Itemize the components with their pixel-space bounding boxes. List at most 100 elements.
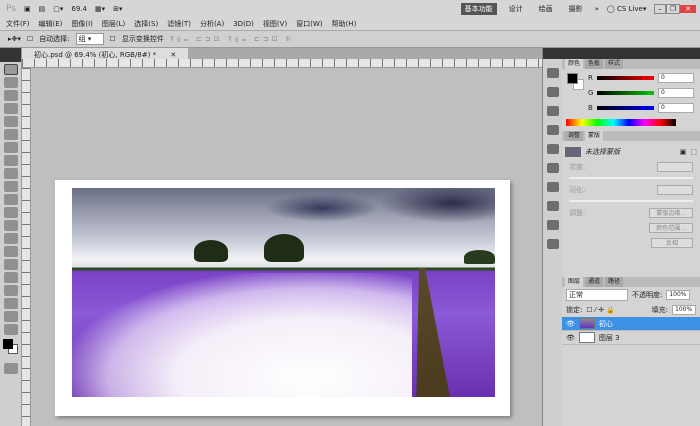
menu-filter[interactable]: 滤镜(T) — [167, 19, 191, 29]
styles-icon[interactable] — [546, 144, 559, 154]
vector-mask-icon[interactable]: ⬚ — [690, 148, 697, 156]
menu-analysis[interactable]: 分析(A) — [200, 19, 224, 29]
actions-icon[interactable] — [546, 87, 559, 97]
opacity-field[interactable]: 100% — [666, 289, 691, 300]
layer-row[interactable]: 👁 图层 3 — [562, 331, 700, 345]
lasso-tool-icon[interactable] — [3, 90, 18, 101]
brush-tool-icon[interactable] — [3, 155, 18, 166]
minimize-button[interactable]: – — [654, 3, 666, 14]
bridge-icon[interactable]: ▣ — [24, 5, 31, 13]
paragraph-icon[interactable] — [546, 220, 559, 230]
tab-adjustments[interactable]: 调整 — [565, 131, 584, 141]
horizontal-ruler — [22, 59, 542, 68]
feather-field[interactable] — [657, 184, 693, 195]
close-button[interactable]: ✕ — [680, 4, 696, 13]
eraser-tool-icon[interactable] — [3, 194, 18, 205]
red-slider[interactable] — [596, 75, 654, 80]
menu-file[interactable]: 文件(F) — [6, 19, 30, 29]
pen-tool-icon[interactable] — [3, 246, 18, 257]
tab-channels[interactable]: 通道 — [585, 277, 604, 287]
green-value[interactable]: 0 — [658, 87, 694, 98]
view-extras-icon[interactable]: ▢▾ — [53, 5, 63, 13]
path-select-tool-icon[interactable] — [3, 272, 18, 283]
menu-view[interactable]: 视图(V) — [263, 19, 287, 29]
move-tool-preset-icon[interactable]: ▸✥▾ — [8, 35, 21, 43]
shape-tool-icon[interactable] — [3, 285, 18, 296]
stamp-tool-icon[interactable] — [3, 168, 18, 179]
quick-select-tool-icon[interactable] — [3, 103, 18, 114]
menu-help[interactable]: 帮助(H) — [332, 19, 357, 29]
red-value[interactable]: 0 — [658, 72, 694, 83]
healing-tool-icon[interactable] — [3, 142, 18, 153]
foreground-color-swatch[interactable] — [567, 73, 578, 84]
workspace-painting[interactable]: 绘画 — [535, 3, 557, 15]
workspace-photography[interactable]: 摄影 — [565, 3, 587, 15]
invert-button[interactable]: 反相 — [650, 237, 693, 248]
type-tool-icon[interactable] — [3, 259, 18, 270]
lock-icons[interactable]: ☐ ⁄ ✛ 🔒 — [586, 306, 615, 314]
menu-select[interactable]: 选择(S) — [134, 19, 158, 29]
eye-icon[interactable]: 👁 — [566, 334, 575, 342]
menu-layer[interactable]: 图层(L) — [102, 19, 125, 29]
character-icon[interactable] — [546, 239, 559, 249]
tool-presets-icon[interactable] — [546, 201, 559, 211]
dodge-tool-icon[interactable] — [3, 233, 18, 244]
density-field[interactable] — [657, 161, 693, 172]
color-range-button[interactable]: 颜色范围... — [649, 222, 693, 233]
minibridge-icon[interactable]: ▤ — [39, 5, 46, 13]
auto-select-dropdown[interactable]: 组 ▾ — [75, 33, 104, 45]
density-slider[interactable] — [569, 177, 693, 179]
document-tab[interactable]: 初心.psd @ 69.4% (初心, RGB/8#) * ✕ — [22, 48, 189, 61]
menu-image[interactable]: 图像(I) — [71, 19, 93, 29]
3d-rotate-tool-icon[interactable] — [3, 298, 18, 309]
pixel-mask-icon[interactable]: ▣ — [680, 148, 687, 156]
quick-mask-icon[interactable] — [3, 363, 18, 374]
tab-styles[interactable]: 样式 — [605, 59, 624, 69]
tab-swatches[interactable]: 色板 — [585, 59, 604, 69]
zoom-level[interactable]: 69.4 — [71, 5, 87, 13]
move-tool-icon[interactable] — [3, 64, 18, 75]
workspace-design[interactable]: 设计 — [505, 3, 527, 15]
auto-select-checkbox[interactable]: ☐ — [27, 35, 33, 43]
brush-presets-icon[interactable] — [546, 163, 559, 173]
menu-edit[interactable]: 编辑(E) — [39, 19, 63, 29]
blur-tool-icon[interactable] — [3, 220, 18, 231]
menu-window[interactable]: 窗口(W) — [296, 19, 322, 29]
eyedropper-tool-icon[interactable] — [3, 129, 18, 140]
hand-tool-icon[interactable] — [3, 311, 18, 322]
color-ramp[interactable] — [566, 119, 676, 126]
eye-icon[interactable]: 👁 — [566, 320, 575, 328]
show-transform-checkbox[interactable]: ☐ — [110, 35, 116, 43]
history-brush-tool-icon[interactable] — [3, 181, 18, 192]
zoom-tool-icon[interactable] — [3, 324, 18, 335]
auto-select-label: 自动选择: — [39, 35, 70, 43]
blue-value[interactable]: 0 — [658, 102, 694, 113]
fill-field[interactable]: 100% — [672, 304, 696, 315]
workspace-essentials[interactable]: 基本功能 — [460, 2, 497, 15]
tab-paths[interactable]: 路径 — [605, 277, 624, 287]
crop-tool-icon[interactable] — [3, 116, 18, 127]
layer-row[interactable]: 👁 初心 — [562, 317, 700, 331]
more-workspaces[interactable]: » — [595, 5, 599, 13]
clone-source-icon[interactable] — [546, 182, 559, 192]
tab-masks[interactable]: 蒙版 — [585, 131, 604, 141]
history-icon[interactable] — [546, 68, 559, 78]
align-buttons[interactable]: ⫪⫫⫬ ⊏⊐⊡ ⫪⫫⫬ ⊏⊐⊡ ⊪ — [170, 35, 295, 44]
green-slider[interactable] — [597, 90, 654, 95]
tab-layers[interactable]: 图层 — [565, 277, 584, 287]
gradient-tool-icon[interactable] — [3, 207, 18, 218]
tab-color[interactable]: 颜色 — [565, 59, 584, 69]
arrange-icon[interactable]: ▦▾ — [95, 5, 105, 13]
marquee-tool-icon[interactable] — [3, 77, 18, 88]
cs-live-button[interactable]: ◯ CS Live▾ — [607, 5, 646, 13]
screen-mode-icon[interactable]: ⊞▾ — [113, 5, 122, 13]
blend-mode-dropdown[interactable]: 正常 — [566, 288, 628, 301]
color-swatches-icon[interactable] — [3, 339, 18, 359]
masks-icon[interactable] — [546, 125, 559, 135]
menu-3d[interactable]: 3D(D) — [233, 20, 254, 28]
adjustments-icon[interactable] — [546, 106, 559, 116]
restore-button[interactable]: ❐ — [665, 3, 681, 14]
mask-edge-button[interactable]: 蒙版边缘... — [649, 207, 693, 218]
feather-slider[interactable] — [569, 200, 693, 202]
blue-slider[interactable] — [596, 105, 654, 110]
